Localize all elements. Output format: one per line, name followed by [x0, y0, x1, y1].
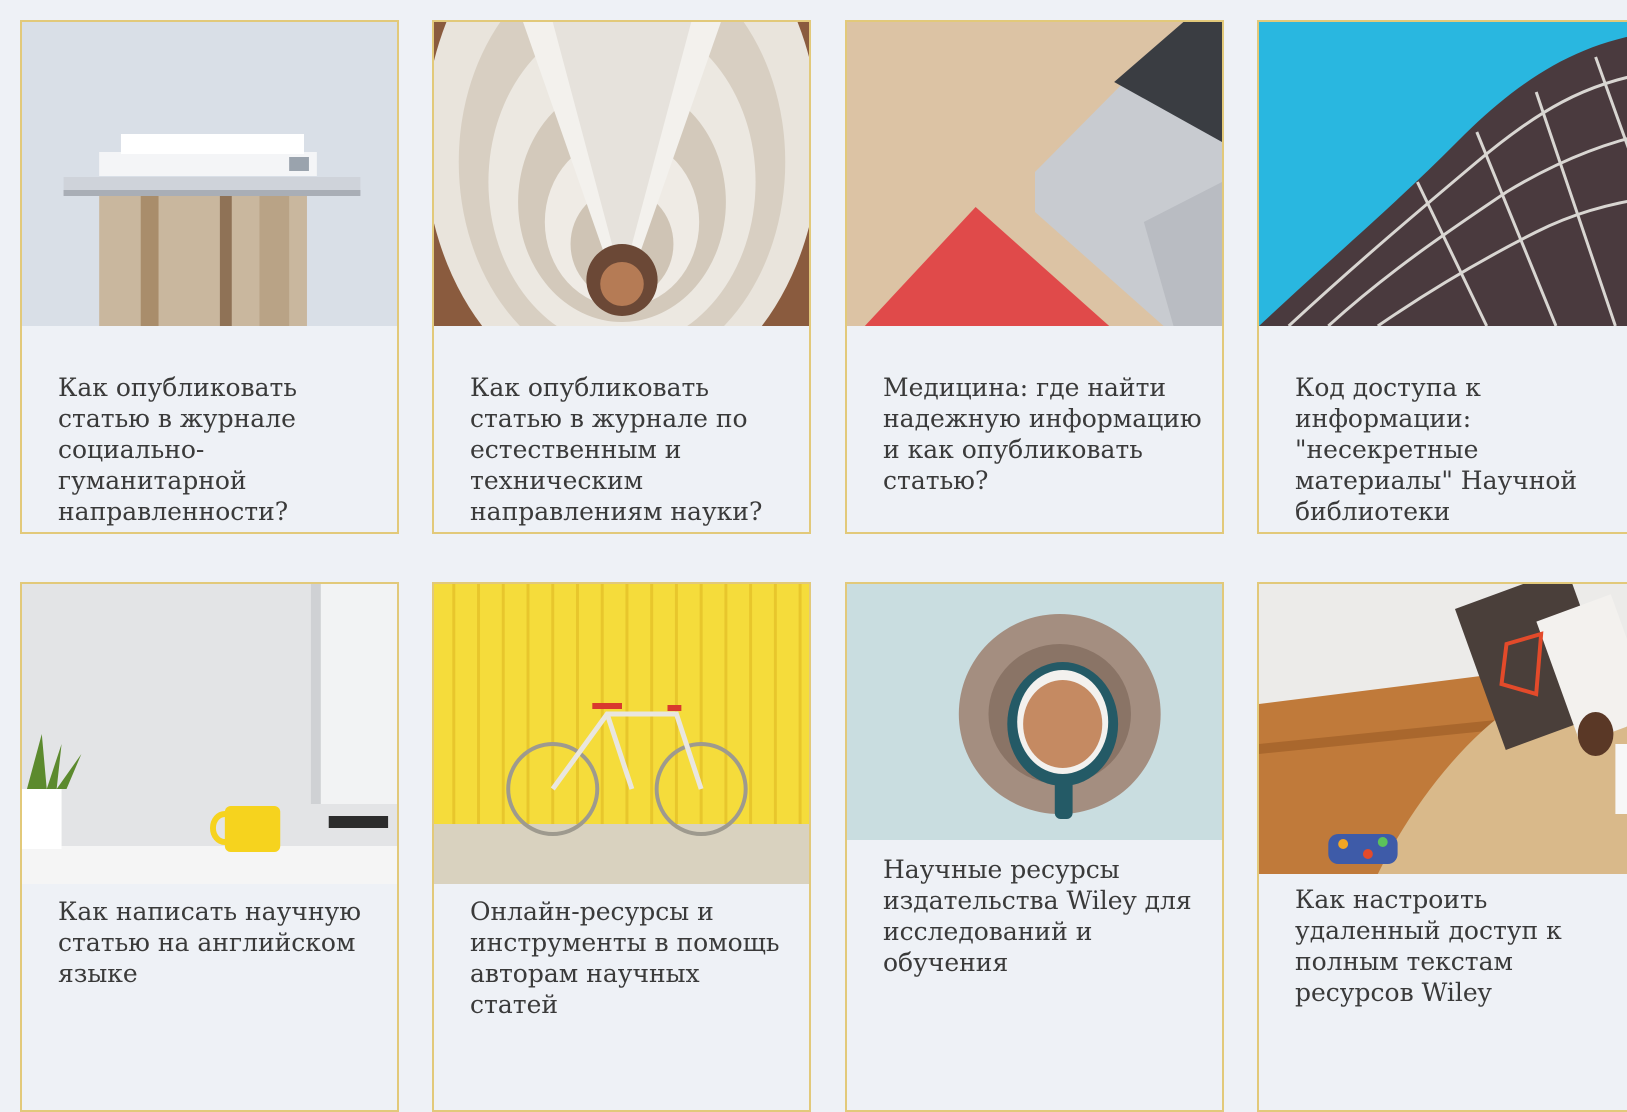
article-card-online-resources[interactable]: Онлайн-ресурсы и инструменты в помощь ав…	[432, 582, 811, 1112]
card-image-atrium-spiral[interactable]	[434, 22, 809, 326]
card-title[interactable]: Как опубликовать статью в журнале по ест…	[470, 372, 789, 527]
card-title[interactable]: Как настроить удаленный доступ к полным …	[1295, 884, 1627, 1008]
article-card-write-english[interactable]: Как написать научную статью на английско…	[20, 582, 399, 1112]
card-image-person-reading-book[interactable]	[1259, 584, 1627, 874]
card-title[interactable]: Код доступа к информации: "несекретные м…	[1295, 372, 1627, 527]
card-title[interactable]: Научные ресурсы издательства Wiley для и…	[883, 854, 1202, 978]
card-image-laptop-on-desk[interactable]	[847, 22, 1222, 326]
card-image-bicycle-yellow-wall[interactable]	[434, 584, 809, 884]
card-image-books-on-pedestal[interactable]	[22, 22, 397, 326]
article-card-publish-natural-sciences[interactable]: Как опубликовать статью в журнале по ест…	[432, 20, 811, 534]
article-card-medicine[interactable]: Медицина: где найти надежную информацию …	[845, 20, 1224, 534]
card-title[interactable]: Как написать научную статью на английско…	[58, 896, 377, 989]
card-title[interactable]: Как опубликовать статью в журнале социал…	[58, 372, 377, 527]
card-title[interactable]: Медицина: где найти надежную информацию …	[883, 372, 1202, 496]
article-card-wiley-resources[interactable]: Научные ресурсы издательства Wiley для и…	[845, 582, 1224, 1112]
articles-grid: Как опубликовать статью в журнале социал…	[0, 0, 1627, 1112]
card-title[interactable]: Онлайн-ресурсы и инструменты в помощь ав…	[470, 896, 789, 1020]
article-card-remote-access[interactable]: Как настроить удаленный доступ к полным …	[1257, 582, 1627, 1112]
card-image-desk-with-monitor[interactable]	[22, 584, 397, 884]
article-card-publish-humanities[interactable]: Как опубликовать статью в журнале социал…	[20, 20, 399, 534]
article-card-access-code[interactable]: Код доступа к информации: "несекретные м…	[1257, 20, 1627, 534]
card-image-curved-architecture[interactable]	[1259, 22, 1627, 326]
card-image-coffee-cup[interactable]	[847, 584, 1222, 840]
